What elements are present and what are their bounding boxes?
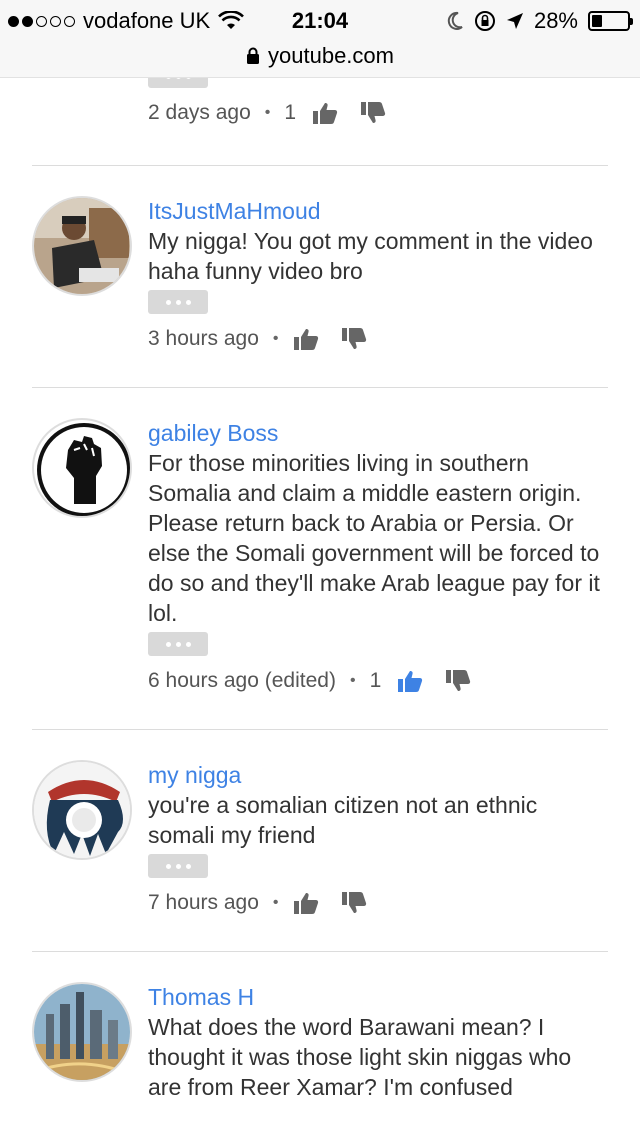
- comment-author[interactable]: gabiley Boss: [148, 418, 608, 448]
- comment-text: you're a somalian citizen not an ethnic …: [148, 792, 538, 848]
- comment-meta: 3 hours ago •: [148, 324, 608, 354]
- thumbs-down-icon[interactable]: [360, 101, 386, 125]
- thumbs-down-icon[interactable]: [341, 327, 367, 351]
- separator-dot: •: [272, 330, 279, 347]
- thumbs-up-icon[interactable]: [293, 327, 319, 351]
- status-icons: 28%: [446, 8, 633, 34]
- like-count: 1: [284, 101, 297, 124]
- address-bar[interactable]: youtube.com: [0, 40, 640, 72]
- thumbs-up-icon[interactable]: [312, 101, 338, 125]
- url-text: youtube.com: [268, 43, 394, 68]
- comment-meta: 7 hours ago •: [148, 888, 608, 918]
- comment-time: 6 hours ago (edited): [148, 669, 336, 692]
- avatar[interactable]: [32, 760, 132, 860]
- youtube-mobile-page: vodafone UK 21:04 28% youtube.com 2 days…: [0, 0, 640, 1136]
- comment-divider: [32, 387, 608, 388]
- comment-text: For those minorities living in southern …: [148, 450, 600, 626]
- avatar[interactable]: [32, 196, 132, 296]
- browser-top-bar: vodafone UK 21:04 28% youtube.com: [0, 0, 640, 78]
- read-more-button[interactable]: [148, 632, 208, 656]
- like-count: 1: [369, 669, 382, 692]
- read-more-button[interactable]: [148, 290, 208, 314]
- thumbs-up-icon-active[interactable]: [397, 669, 423, 693]
- battery-percent: 28%: [533, 8, 578, 33]
- comment-body: my nigga you're a somalian citizen not a…: [148, 760, 608, 918]
- separator-dot: •: [264, 104, 271, 121]
- comment-author[interactable]: ItsJustMaHmoud: [148, 196, 608, 226]
- comment-divider: [32, 165, 608, 166]
- separator-dot: •: [349, 672, 356, 689]
- comment-meta: 2 days ago • 1: [148, 98, 608, 128]
- comment-time: 3 hours ago: [148, 327, 259, 350]
- status-bar: vodafone UK 21:04 28%: [0, 0, 640, 40]
- location-arrow-icon: [506, 13, 523, 29]
- thumbs-down-icon[interactable]: [341, 891, 367, 915]
- rotation-lock-icon: [474, 11, 495, 31]
- comment-divider: [32, 951, 608, 952]
- thumbs-up-icon[interactable]: [293, 891, 319, 915]
- avatar[interactable]: [32, 418, 132, 518]
- comment-time: 2 days ago: [148, 101, 251, 124]
- comment-divider: [32, 729, 608, 730]
- battery-icon: [588, 11, 633, 31]
- comment-author[interactable]: Thomas H: [148, 982, 608, 1012]
- avatar[interactable]: [32, 982, 132, 1082]
- comment-body: gabiley Boss For those minorities living…: [148, 418, 608, 696]
- separator-dot: •: [272, 894, 279, 911]
- battery-fill: [592, 15, 602, 27]
- moon-icon: [447, 11, 463, 30]
- comment-body: ItsJustMaHmoud My nigga! You got my comm…: [148, 196, 608, 354]
- comment-text: My nigga! You got my comment in the vide…: [148, 228, 593, 284]
- comment-author[interactable]: my nigga: [148, 760, 608, 790]
- comment-body: Thomas H What does the word Barawani mea…: [148, 982, 608, 1102]
- thumbs-down-icon[interactable]: [445, 669, 471, 693]
- comment-text: What does the word Barawani mean? I thou…: [148, 1014, 572, 1100]
- lock-icon: [247, 47, 260, 64]
- comment-meta: 6 hours ago (edited) • 1: [148, 666, 608, 696]
- comment-time: 7 hours ago: [148, 891, 259, 914]
- read-more-button[interactable]: [148, 854, 208, 878]
